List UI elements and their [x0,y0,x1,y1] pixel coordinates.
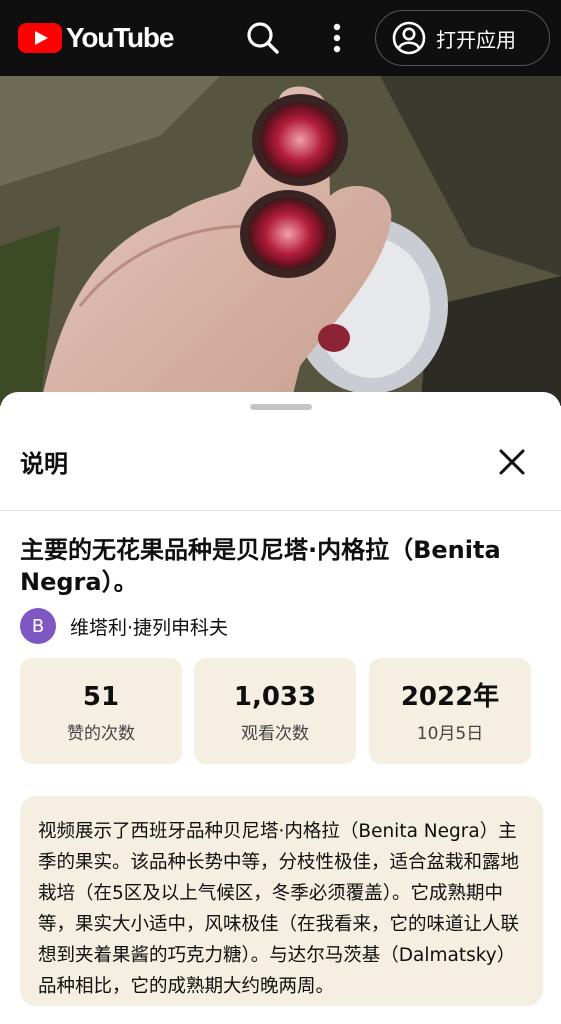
more-options-button[interactable] [322,18,352,58]
account-circle-icon [392,21,426,55]
divider [0,510,561,511]
description-text: 视频展示了西班牙品种贝尼塔·内格拉（Benita Negra）主季的果实。该品种… [20,796,543,1006]
avatar[interactable]: B [20,608,56,644]
channel-name[interactable]: 维塔利·捷列申科夫 [70,613,228,640]
likes-count: 51 [82,682,120,712]
channel-link[interactable]: B 维塔利·捷列申科夫 [20,606,228,646]
youtube-logo-icon [18,23,62,53]
more-vert-icon [333,23,341,53]
drag-handle[interactable] [250,404,312,410]
publish-year: 2022年 [400,682,500,712]
search-icon [247,22,279,54]
search-button[interactable] [240,18,284,58]
stats-row: 51 赞的次数 1,033 观看次数 2022年 10月5日 [20,658,532,764]
views-label: 观看次数 [241,724,309,744]
close-icon [499,449,525,475]
likes-label: 赞的次数 [67,724,135,744]
top-app-bar: YouTube 打开应用 [0,0,561,76]
date-stat: 2022年 10月5日 [369,658,531,764]
youtube-logo[interactable]: YouTube [18,22,174,54]
youtube-logo-text: YouTube [66,22,174,53]
open-app-button[interactable]: 打开应用 [375,10,550,66]
video-player[interactable] [0,76,561,406]
publish-date: 10月5日 [416,724,484,744]
video-frame [0,76,561,406]
views-stat: 1,033 观看次数 [194,658,356,764]
views-count: 1,033 [233,682,317,712]
description-sheet: 说明 主要的无花果品种是贝尼塔·内格拉（Benita Negra）。 B 维塔利… [0,392,561,1024]
open-app-label: 打开应用 [436,27,516,52]
video-title: 主要的无花果品种是贝尼塔·内格拉（Benita Negra）。 [20,536,501,596]
likes-stat: 51 赞的次数 [20,658,182,764]
sheet-title: 说明 [20,450,68,478]
close-button[interactable] [496,446,528,478]
